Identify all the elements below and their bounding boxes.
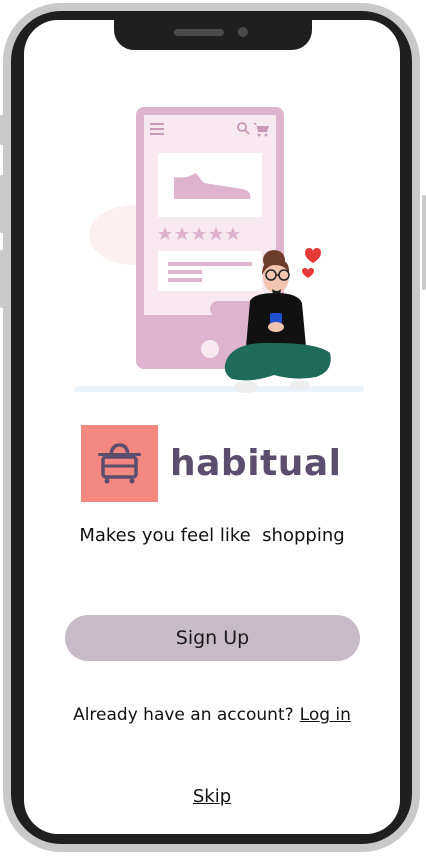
- menu-icon: [150, 123, 164, 135]
- login-link[interactable]: Log in: [300, 705, 351, 725]
- heart-icon: [305, 248, 321, 263]
- signup-button[interactable]: Sign Up: [65, 615, 360, 661]
- brand-logo: [81, 425, 158, 502]
- login-prompt-text: Already have an account?: [73, 705, 294, 725]
- side-button-left-2: [0, 175, 4, 233]
- phone-notch: [114, 20, 312, 50]
- shopping-bag-icon: [98, 443, 141, 484]
- side-button-right: [422, 195, 426, 290]
- side-button-left-1: [0, 115, 4, 145]
- tagline: Makes you feel like shopping: [79, 525, 345, 546]
- brand-name: habitual: [170, 443, 342, 484]
- heart-icon: [302, 268, 314, 278]
- floor-line: [74, 386, 364, 392]
- side-button-left-3: [0, 250, 4, 308]
- screen: habitual Makes you feel like shopping Si…: [24, 20, 400, 834]
- front-camera: [238, 27, 248, 37]
- login-prompt-row: Already have an account? Log in: [24, 705, 400, 725]
- illustration-home-button: [201, 340, 219, 358]
- speaker: [174, 29, 224, 36]
- onboarding-illustration: [74, 107, 364, 393]
- skip-link[interactable]: Skip: [24, 786, 400, 807]
